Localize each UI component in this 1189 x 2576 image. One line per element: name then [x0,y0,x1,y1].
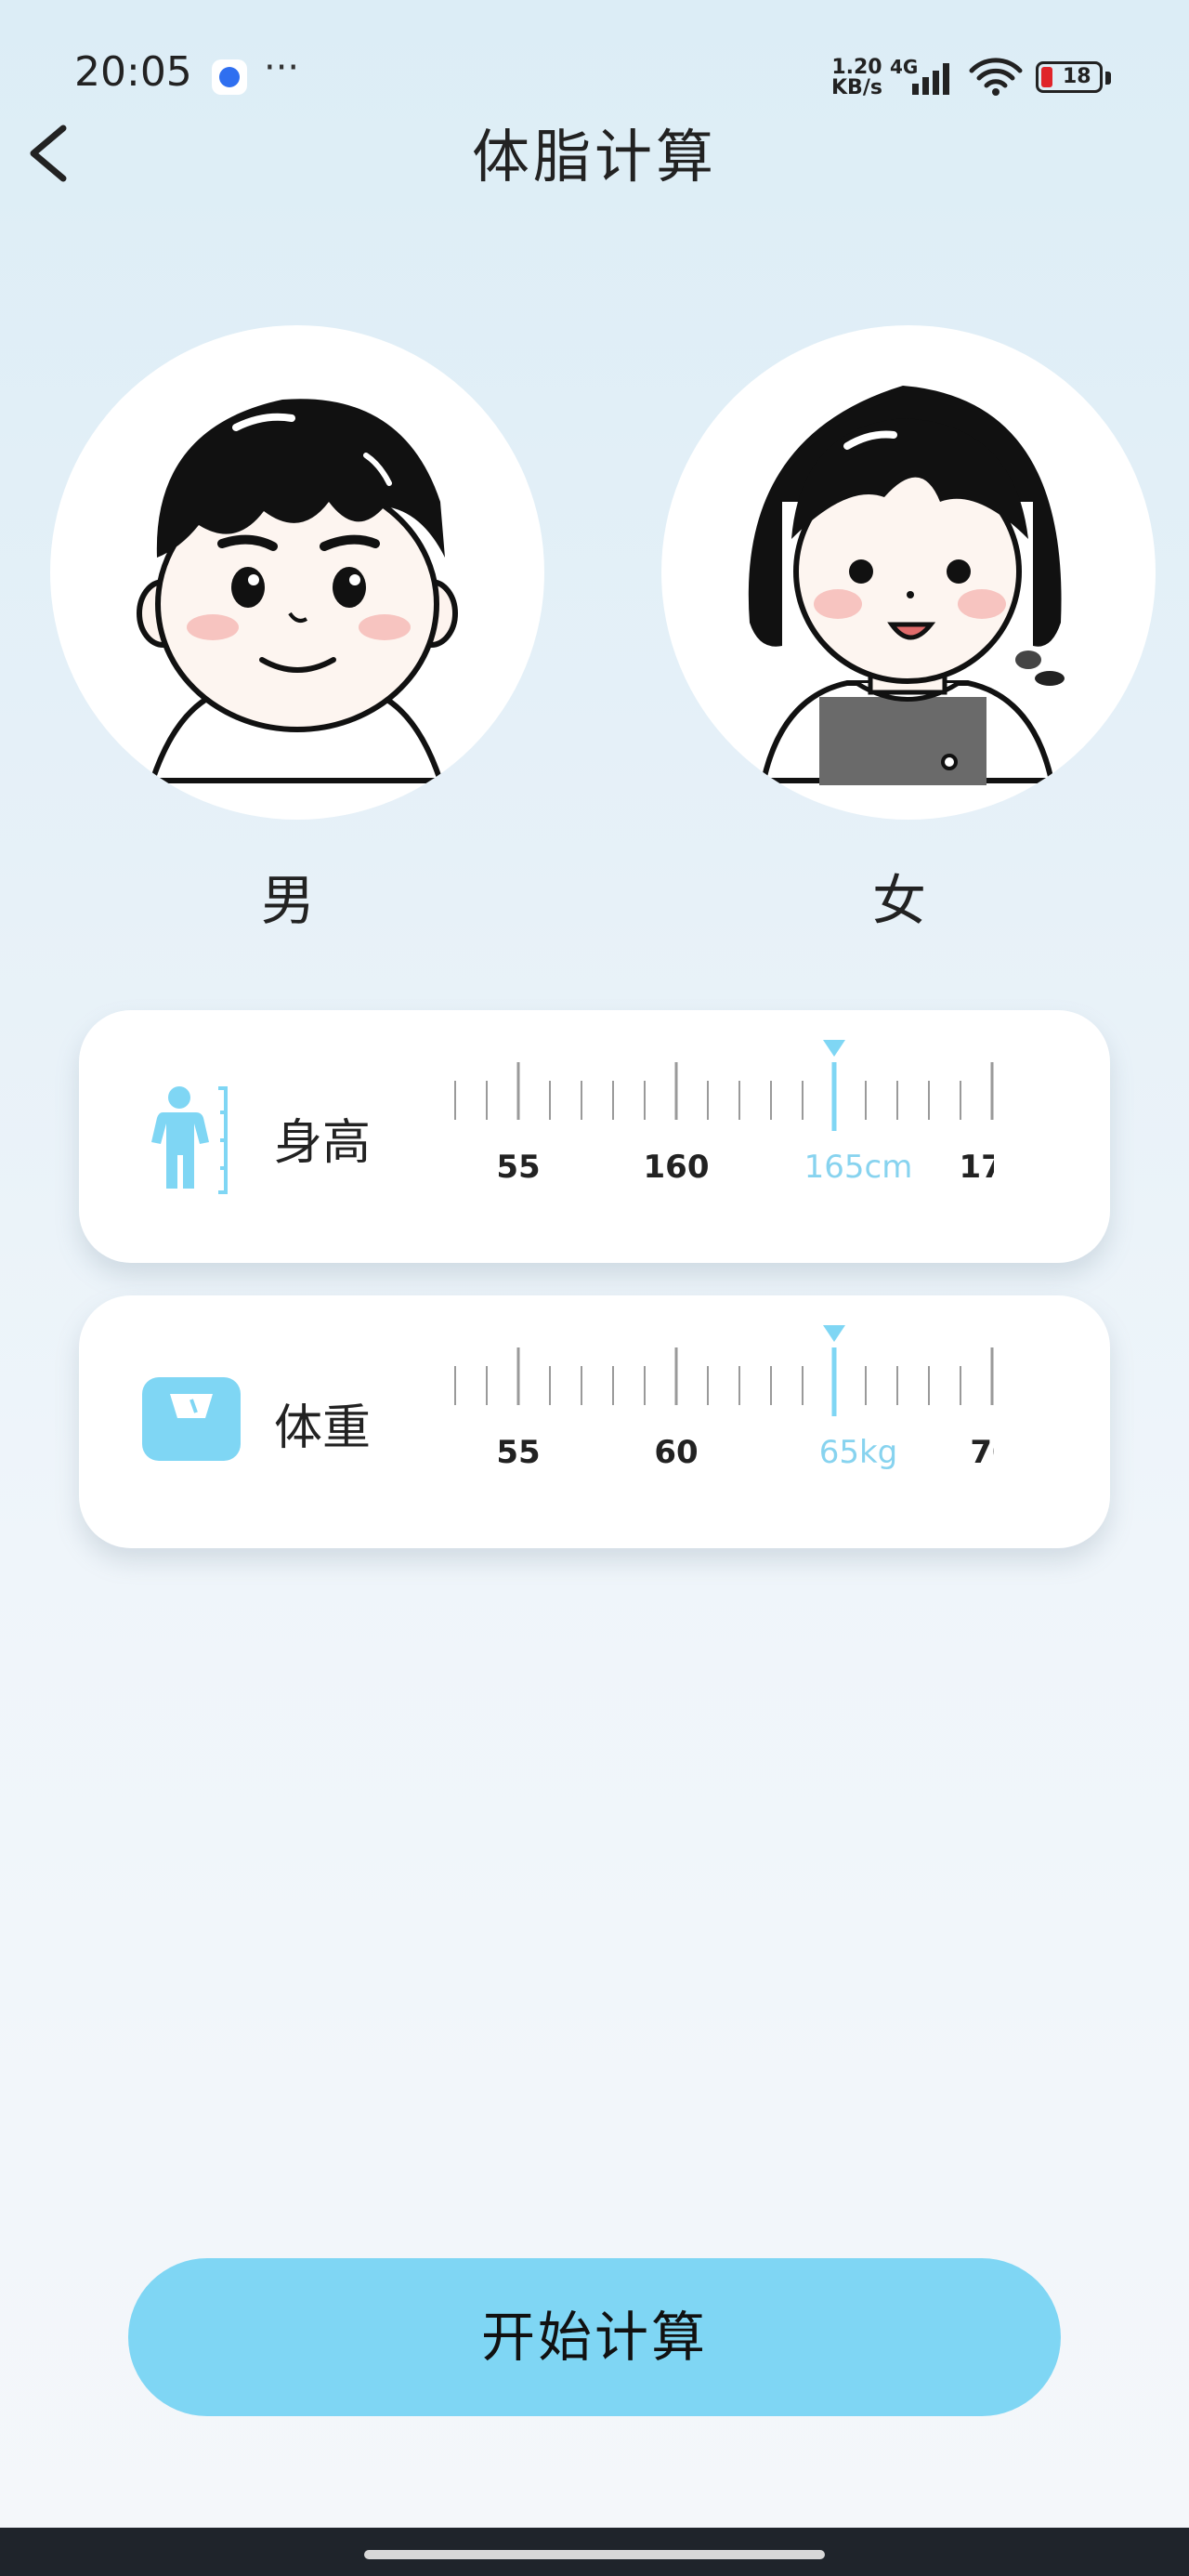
weight-ruler-pointer [823,1325,845,1342]
weight-ruler-scale[interactable]: 556065kg7075 [437,1323,994,1509]
weight-ruler-tick-label: 60 [654,1434,698,1471]
navigation-bar [0,2528,1189,2576]
scale-icon [142,1377,241,1461]
notification-app-icon [212,59,247,95]
battery-level [1041,67,1052,87]
height-ruler-tick-label: 170 [960,1149,994,1186]
weight-ruler[interactable]: 556065kg7075 [437,1323,994,1509]
height-ruler-tick-label: 160 [644,1149,710,1186]
battery-cap [1105,72,1111,85]
person-height-icon [151,1086,228,1194]
boy-illustration [137,399,458,783]
weight-ruler-tick-label: 70 [970,1434,994,1471]
gender-male-label[interactable]: 男 [195,857,381,935]
battery-icon: 18 [1036,61,1103,93]
network-speed-value: 1.20 [831,56,882,79]
height-card: 身高 55160165cm17017 [79,1010,1110,1263]
weight-label: 体重 [274,1400,372,1456]
network-speed-unit: KB/s [831,76,882,99]
height-ruler-scale[interactable]: 55160165cm17017 [437,1038,994,1224]
height-label: 身高 [274,1115,372,1171]
male-avatar[interactable] [50,325,544,820]
height-ruler-selected-value: 165cm [804,1149,913,1186]
gender-female-label[interactable]: 女 [806,857,992,935]
weight-ruler-tick-label: 55 [496,1434,540,1471]
height-ruler-tick-label: 55 [496,1149,540,1186]
height-ruler-pointer [823,1040,845,1057]
signal-icon [912,63,949,95]
more-notifications-icon: ··· [264,46,300,89]
wifi-icon [969,58,1023,96]
page-title: 体脂计算 [471,123,717,191]
height-ruler[interactable]: 55160165cm17017 [437,1038,994,1224]
home-indicator[interactable] [364,2550,825,2559]
start-calculation-button[interactable]: 开始计算 [128,2258,1061,2416]
weight-card: 体重 556065kg7075 [79,1295,1110,1548]
network-speed: 1.20 KB/s [831,58,882,99]
female-avatar[interactable] [661,325,1156,820]
weight-ruler-selected-value: 65kg [819,1434,898,1471]
status-time: 20:05 [74,48,192,96]
battery-percent: 18 [1063,65,1091,88]
girl-illustration [748,386,1065,785]
